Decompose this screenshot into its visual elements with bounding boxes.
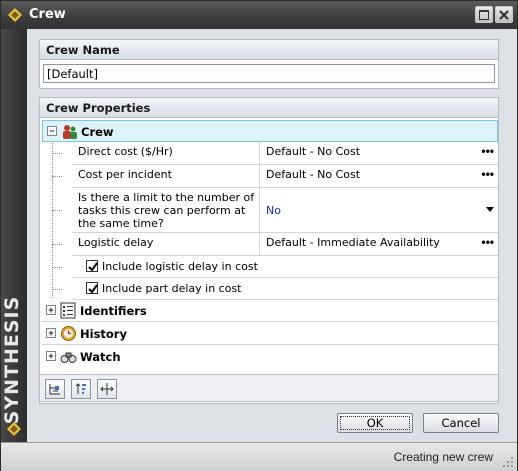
expand-columns-icon bbox=[100, 383, 114, 395]
crew-name-header: Crew Name bbox=[40, 40, 498, 60]
window-title: Crew bbox=[29, 7, 66, 22]
include-part-delay-checkbox[interactable] bbox=[86, 282, 98, 294]
ok-button[interactable]: OK bbox=[337, 413, 413, 433]
identifiers-list-icon bbox=[60, 302, 76, 319]
logistic-delay-row[interactable]: Logistic delay Default - Immediate Avail… bbox=[72, 233, 498, 256]
brand-text: SYNTHESIS bbox=[1, 295, 23, 425]
logistic-delay-value: Default - Immediate Availability bbox=[266, 236, 440, 249]
include-logistic-delay-label: Include logistic delay in cost bbox=[102, 260, 258, 273]
sort-button[interactable] bbox=[71, 379, 91, 399]
checkmark-icon bbox=[88, 262, 98, 272]
identifiers-category-label: Identifiers bbox=[80, 304, 147, 318]
cost-per-incident-value: Default - No Cost bbox=[266, 168, 361, 181]
expand-all-button[interactable] bbox=[97, 379, 117, 399]
task-limit-row[interactable]: Is there a limit to the number of tasks … bbox=[72, 188, 498, 233]
cost-per-incident-row[interactable]: Cost per incident Default - No Cost ••• bbox=[72, 165, 498, 188]
history-clock-icon bbox=[61, 326, 76, 341]
watch-binoculars-icon bbox=[60, 352, 77, 363]
logistic-delay-label: Logistic delay bbox=[72, 233, 260, 255]
expand-history-toggle[interactable]: + bbox=[46, 328, 56, 338]
include-part-delay-label: Include part delay in cost bbox=[102, 282, 242, 295]
history-category-row[interactable]: + History bbox=[42, 323, 498, 345]
property-toolbar bbox=[39, 374, 499, 402]
maximize-icon bbox=[479, 10, 489, 20]
crew-category-row[interactable]: − Crew bbox=[42, 120, 498, 142]
watch-category-label: Watch bbox=[80, 350, 121, 364]
direct-cost-value: Default - No Cost bbox=[266, 145, 361, 158]
cost-per-incident-label: Cost per incident bbox=[72, 165, 260, 187]
include-part-delay-row[interactable]: Include part delay in cost bbox=[72, 278, 498, 300]
sort-icon bbox=[75, 383, 86, 394]
crew-window: Crew SYNTHESIS Crew Name [Default] Crew … bbox=[0, 0, 518, 471]
title-bar: Crew bbox=[1, 1, 517, 29]
history-category-label: History bbox=[80, 327, 127, 341]
maximize-button[interactable] bbox=[475, 6, 493, 23]
collapse-crew-toggle[interactable]: − bbox=[47, 126, 57, 136]
direct-cost-label: Direct cost ($/Hr) bbox=[72, 142, 260, 164]
include-logistic-delay-checkbox[interactable] bbox=[86, 260, 98, 272]
logistic-delay-ellipsis-button[interactable]: ••• bbox=[481, 235, 494, 249]
crew-properties-panel: Crew Properties − Crew Direct cost ($/Hr… bbox=[39, 97, 499, 404]
crew-people-icon bbox=[63, 125, 77, 139]
crew-name-field[interactable]: [Default] bbox=[43, 64, 495, 83]
identifiers-category-row[interactable]: + Identifiers bbox=[42, 300, 498, 322]
task-limit-value: No bbox=[266, 204, 281, 217]
categorized-view-button[interactable] bbox=[45, 379, 65, 399]
status-text: Creating new crew bbox=[393, 450, 493, 464]
synthesis-logo-icon bbox=[8, 8, 22, 22]
expand-watch-toggle[interactable]: + bbox=[46, 351, 56, 361]
close-button[interactable] bbox=[495, 6, 513, 23]
cancel-button[interactable]: Cancel bbox=[423, 413, 499, 433]
crew-properties-header: Crew Properties bbox=[40, 98, 498, 118]
brand-sidebar: SYNTHESIS bbox=[1, 29, 27, 442]
synthesis-logo-icon bbox=[7, 422, 21, 436]
dialog-content: Crew Name [Default] Crew Properties − Cr… bbox=[27, 29, 517, 442]
checkmark-icon bbox=[88, 284, 98, 294]
categorized-tree-icon bbox=[49, 384, 60, 395]
property-grid: − Crew Direct cost ($/Hr) Default - No C… bbox=[42, 120, 498, 372]
direct-cost-ellipsis-button[interactable]: ••• bbox=[481, 144, 494, 158]
close-icon bbox=[499, 10, 509, 20]
direct-cost-row[interactable]: Direct cost ($/Hr) Default - No Cost ••• bbox=[72, 142, 498, 165]
expand-identifiers-toggle[interactable]: + bbox=[46, 305, 56, 315]
task-limit-dropdown-icon[interactable] bbox=[486, 207, 494, 212]
include-logistic-delay-row[interactable]: Include logistic delay in cost bbox=[72, 256, 498, 278]
cost-per-incident-ellipsis-button[interactable]: ••• bbox=[481, 167, 494, 181]
crew-category-label: Crew bbox=[81, 125, 114, 139]
resize-grip-icon[interactable] bbox=[502, 456, 514, 468]
task-limit-label: Is there a limit to the number of tasks … bbox=[72, 188, 260, 232]
status-bar: Creating new crew bbox=[1, 442, 517, 471]
watch-category-row[interactable]: + Watch bbox=[42, 346, 498, 368]
